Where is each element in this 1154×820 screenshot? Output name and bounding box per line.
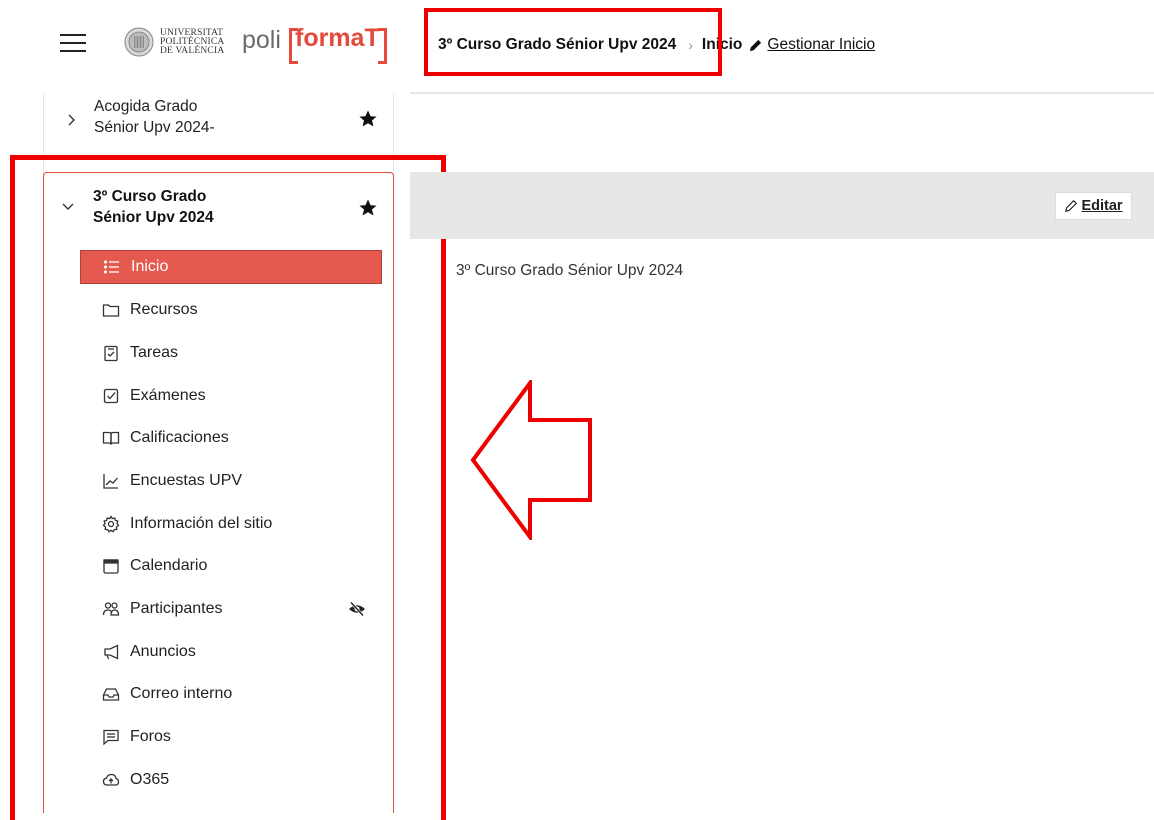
site-card-acogida[interactable]: Acogida Grado Sénior Upv 2024- (43, 94, 392, 152)
university-wordmark: UNIVERSITAT POLITÈCNICA DE VALÈNCIA (160, 28, 225, 56)
edit-button[interactable]: Editar (1055, 192, 1132, 220)
pencil-icon (750, 39, 762, 51)
university-seal-icon (124, 27, 154, 57)
content-toolbar (410, 172, 1154, 239)
edit-button-label: Editar (1081, 198, 1123, 214)
manage-link[interactable]: Gestionar Inicio (767, 36, 875, 54)
chevron-right-icon[interactable] (65, 114, 77, 126)
site-title[interactable]: Acogida Grado Sénior Upv 2024- (94, 96, 215, 138)
star-icon[interactable] (358, 109, 378, 129)
formaT-wordmark: formaT (295, 24, 380, 52)
header-divider (410, 92, 1154, 94)
highlight-box-breadcrumb (424, 8, 722, 76)
brand-bracket-right (378, 28, 387, 64)
highlight-box-sidebar (10, 155, 446, 820)
left-arrow-annotation (470, 380, 592, 540)
poli-wordmark: poli (242, 26, 281, 54)
pencil-icon (1065, 200, 1078, 212)
page-content-text: 3º Curso Grado Sénior Upv 2024 (456, 262, 684, 279)
hamburger-menu-icon[interactable] (60, 32, 86, 54)
